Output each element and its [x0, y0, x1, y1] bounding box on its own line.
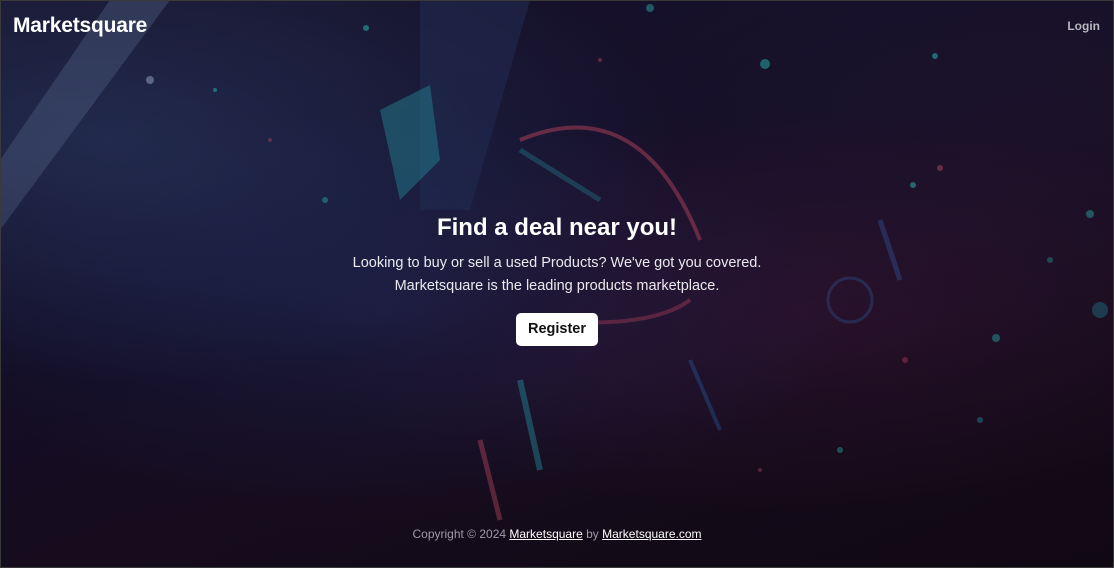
footer-copyright: Copyright © 2024 [412, 527, 507, 541]
hero-description-line-2: Marketsquare is the leading products mar… [394, 278, 720, 294]
hero-description-line-1: Looking to buy or sell a used Products? … [352, 255, 762, 271]
footer: Copyright © 2024 Marketsquare by Markets… [0, 527, 1114, 541]
footer-by: by [586, 527, 599, 541]
brand-logo-link[interactable]: Marketsquare [13, 14, 147, 38]
footer-site-link[interactable]: Marketsquare.com [602, 527, 701, 541]
hero-section: Find a deal near you! Looking to buy or … [0, 212, 1114, 346]
hero-title: Find a deal near you! [436, 214, 678, 241]
footer-brand-link[interactable]: Marketsquare [509, 527, 582, 541]
hero-description: Looking to buy or sell a used Products? … [0, 252, 1114, 298]
register-button[interactable]: Register [515, 313, 599, 346]
login-link[interactable]: Login [1067, 19, 1100, 33]
